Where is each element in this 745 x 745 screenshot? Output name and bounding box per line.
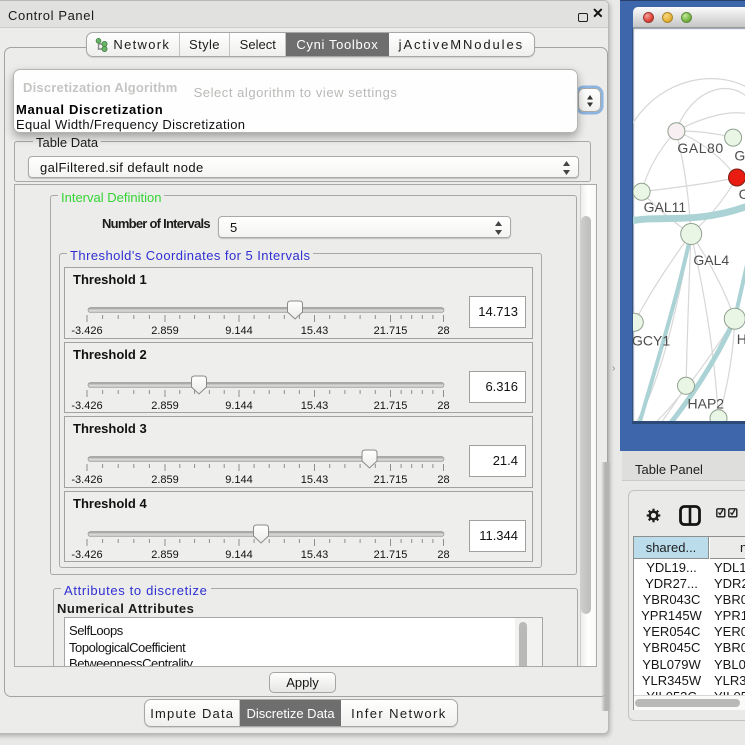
svg-text:H: H (737, 331, 745, 347)
svg-text:28: 28 (437, 400, 449, 412)
svg-text:2.859: 2.859 (151, 400, 179, 412)
svg-text:9.144: 9.144 (225, 325, 253, 337)
svg-text:GAL11: GAL11 (644, 199, 687, 215)
svg-text:15.43: 15.43 (301, 549, 329, 561)
svg-text:21.715: 21.715 (374, 400, 408, 412)
svg-text:2.859: 2.859 (151, 325, 179, 337)
svg-text:28: 28 (437, 474, 449, 486)
svg-text:28: 28 (437, 549, 449, 561)
svg-text:-3.426: -3.426 (71, 549, 102, 561)
svg-text:HAP2: HAP2 (688, 396, 725, 412)
svg-text:GA: GA (734, 148, 745, 164)
svg-text:GAL80: GAL80 (677, 140, 723, 156)
svg-text:15.43: 15.43 (301, 325, 329, 337)
svg-text:C: C (739, 186, 745, 202)
svg-text:2.859: 2.859 (151, 549, 179, 561)
svg-text:21.715: 21.715 (374, 325, 408, 337)
svg-text:21.715: 21.715 (374, 549, 408, 561)
svg-text:-3.426: -3.426 (71, 400, 102, 412)
svg-text:15.43: 15.43 (301, 400, 329, 412)
svg-text:GCY1: GCY1 (633, 333, 670, 349)
svg-text:-3.426: -3.426 (71, 474, 102, 486)
svg-text:9.144: 9.144 (225, 400, 253, 412)
svg-text:9.144: 9.144 (225, 549, 253, 561)
svg-text:-3.426: -3.426 (71, 325, 102, 337)
svg-text:21.715: 21.715 (374, 474, 408, 486)
svg-text:2.859: 2.859 (151, 474, 179, 486)
svg-text:9.144: 9.144 (225, 474, 253, 486)
svg-text:15.43: 15.43 (301, 474, 329, 486)
svg-text:GAL4: GAL4 (693, 252, 729, 268)
svg-text:28: 28 (437, 325, 449, 337)
